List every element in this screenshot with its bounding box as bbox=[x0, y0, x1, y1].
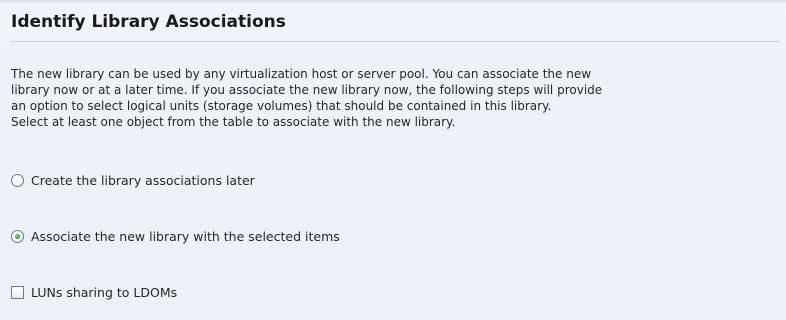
create-later-radio[interactable] bbox=[11, 174, 24, 187]
create-later-option[interactable]: Create the library associations later bbox=[11, 173, 255, 188]
luns-sharing-label: LUNs sharing to LDOMs bbox=[31, 285, 178, 300]
page-title: Identify Library Associations bbox=[11, 12, 286, 32]
create-later-label: Create the library associations later bbox=[31, 173, 255, 188]
associate-selected-option[interactable]: Associate the new library with the selec… bbox=[11, 229, 340, 244]
description-line-1: The new library can be used by any virtu… bbox=[11, 67, 592, 81]
description-line-2: library now or at a later time. If you a… bbox=[11, 83, 603, 97]
associate-selected-radio[interactable] bbox=[11, 230, 24, 243]
luns-sharing-checkbox[interactable] bbox=[11, 286, 24, 299]
description: The new library can be used by any virtu… bbox=[11, 66, 781, 130]
luns-sharing-option[interactable]: LUNs sharing to LDOMs bbox=[11, 285, 177, 300]
description-line-3: an option to select logical units (stora… bbox=[11, 99, 552, 113]
top-divider bbox=[0, 0, 786, 4]
description-line-4: Select at least one object from the tabl… bbox=[11, 115, 456, 129]
title-divider bbox=[10, 41, 780, 42]
associate-selected-label: Associate the new library with the selec… bbox=[31, 229, 340, 244]
library-associations-panel: Identify Library Associations The new li… bbox=[0, 0, 786, 320]
